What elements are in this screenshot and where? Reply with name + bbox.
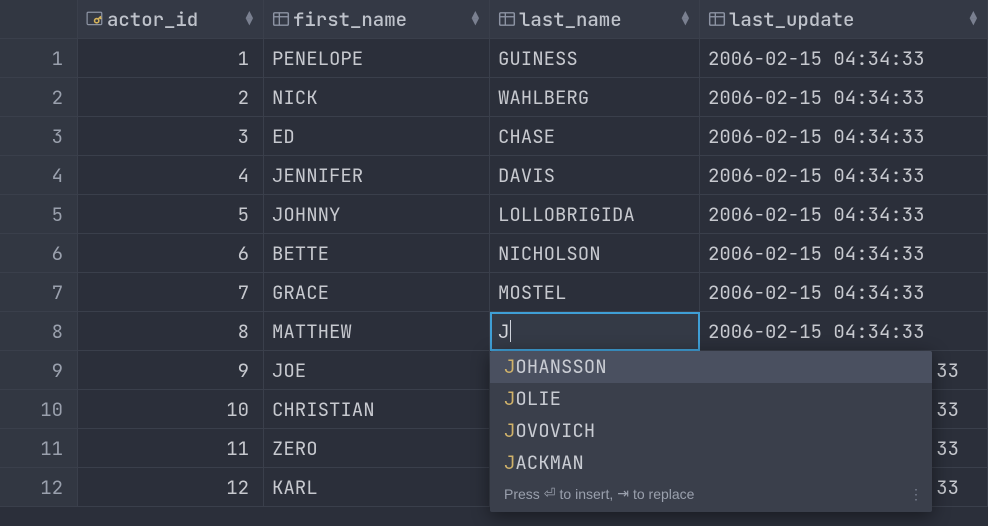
cell-actor_id[interactable]: 6 [78, 234, 264, 273]
row-number[interactable]: 11 [0, 429, 78, 468]
more-options-icon[interactable]: ⋮ [909, 486, 924, 504]
row-number[interactable]: 12 [0, 468, 78, 507]
autocomplete-match: J [504, 450, 515, 475]
autocomplete-popup: JOHANSSONJOLIEJOVOVICHJACKMANPress ⏎ to … [490, 351, 932, 512]
cell-actor_id[interactable]: 7 [78, 273, 264, 312]
column-icon [272, 10, 290, 28]
column-header-label: actor_id [107, 0, 198, 39]
cell-first_name[interactable]: GRACE [264, 273, 490, 312]
sort-toggle[interactable]: ▲▼ [246, 12, 253, 26]
autocomplete-rest: OHANSSON [515, 354, 606, 379]
cell-last_update[interactable]: 2006-02-15 04:34:33 [700, 195, 988, 234]
cell-last_name[interactable]: NICHOLSON [490, 234, 700, 273]
cell-first_name[interactable]: KARL [264, 468, 490, 507]
cell-last_update[interactable]: 2006-02-15 04:34:33 [700, 156, 988, 195]
cell-actor_id[interactable]: 10 [78, 390, 264, 429]
cell-actor_id[interactable]: 5 [78, 195, 264, 234]
row-number[interactable]: 2 [0, 78, 78, 117]
sort-toggle[interactable]: ▲▼ [970, 12, 977, 26]
row-number[interactable]: 5 [0, 195, 78, 234]
column-header-label: last_name [519, 0, 622, 39]
column-header-label: last_update [729, 0, 854, 39]
cell-last_update[interactable]: 2006-02-15 04:34:33 [700, 39, 988, 78]
autocomplete-match: J [504, 418, 515, 443]
column-header-actor_id[interactable]: actor_id ▲▼ [78, 0, 264, 39]
cell-last_name[interactable]: GUINESS [490, 39, 700, 78]
row-number-header [0, 0, 78, 39]
cell-last_update[interactable]: 2006-02-15 04:34:33 [700, 117, 988, 156]
cell-first_name[interactable]: NICK [264, 78, 490, 117]
cell-last_name[interactable]: MOSTEL [490, 273, 700, 312]
cell-last_name[interactable]: LOLLOBRIGIDA [490, 195, 700, 234]
cell-editor[interactable]: J [498, 319, 511, 344]
cell-last_update[interactable]: 2006-02-15 04:34:33 [700, 312, 988, 351]
autocomplete-match: J [504, 354, 515, 379]
autocomplete-rest: OLIE [515, 386, 561, 411]
cell-actor_id[interactable]: 11 [78, 429, 264, 468]
cell-actor_id[interactable]: 4 [78, 156, 264, 195]
cell-last_update[interactable]: 2006-02-15 04:34:33 [700, 78, 988, 117]
sort-toggle[interactable]: ▲▼ [682, 12, 689, 26]
column-header-last_name[interactable]: last_name ▲▼ [490, 0, 700, 39]
cell-first_name[interactable]: BETTE [264, 234, 490, 273]
cell-first_name[interactable]: JOHNNY [264, 195, 490, 234]
cell-last_name[interactable]: DAVIS [490, 156, 700, 195]
cell-actor_id[interactable]: 12 [78, 468, 264, 507]
autocomplete-item[interactable]: JOLIE [490, 383, 932, 415]
row-number[interactable]: 1 [0, 39, 78, 78]
cell-first_name[interactable]: ED [264, 117, 490, 156]
key-icon [86, 10, 104, 28]
row-number[interactable]: 4 [0, 156, 78, 195]
row-number[interactable]: 9 [0, 351, 78, 390]
cell-first_name[interactable]: MATTHEW [264, 312, 490, 351]
cell-actor_id[interactable]: 3 [78, 117, 264, 156]
cell-first_name[interactable]: PENELOPE [264, 39, 490, 78]
row-number[interactable]: 8 [0, 312, 78, 351]
autocomplete-rest: OVOVICH [515, 418, 595, 443]
autocomplete-rest: ACKMAN [515, 450, 583, 475]
column-icon [498, 10, 516, 28]
column-header-first_name[interactable]: first_name ▲▼ [264, 0, 490, 39]
cell-actor_id[interactable]: 9 [78, 351, 264, 390]
column-icon [708, 10, 726, 28]
cell-actor_id[interactable]: 1 [78, 39, 264, 78]
cell-actor_id[interactable]: 8 [78, 312, 264, 351]
row-number[interactable]: 7 [0, 273, 78, 312]
row-number[interactable]: 6 [0, 234, 78, 273]
row-number[interactable]: 10 [0, 390, 78, 429]
cell-last_name[interactable]: J [490, 312, 700, 351]
cell-last_name[interactable]: WAHLBERG [490, 78, 700, 117]
sort-toggle[interactable]: ▲▼ [472, 12, 479, 26]
cell-last_update[interactable]: 2006-02-15 04:34:33 [700, 234, 988, 273]
cell-first_name[interactable]: CHRISTIAN [264, 390, 490, 429]
autocomplete-match: J [504, 386, 515, 411]
cell-first_name[interactable]: JENNIFER [264, 156, 490, 195]
cell-first_name[interactable]: ZERO [264, 429, 490, 468]
column-header-label: first_name [293, 0, 407, 39]
autocomplete-item[interactable]: JACKMAN [490, 447, 932, 479]
autocomplete-item[interactable]: JOHANSSON [490, 351, 932, 383]
enter-key-icon: ⏎ [544, 485, 556, 502]
autocomplete-item[interactable]: JOVOVICH [490, 415, 932, 447]
cell-last_name[interactable]: CHASE [490, 117, 700, 156]
column-header-last_update[interactable]: last_update ▲▼ [700, 0, 988, 39]
autocomplete-hint: Press ⏎ to insert, ⇥ to replace [490, 479, 932, 512]
cell-first_name[interactable]: JOE [264, 351, 490, 390]
cell-actor_id[interactable]: 2 [78, 78, 264, 117]
tab-key-icon: ⇥ [617, 485, 629, 502]
row-number[interactable]: 3 [0, 117, 78, 156]
cell-last_update[interactable]: 2006-02-15 04:34:33 [700, 273, 988, 312]
